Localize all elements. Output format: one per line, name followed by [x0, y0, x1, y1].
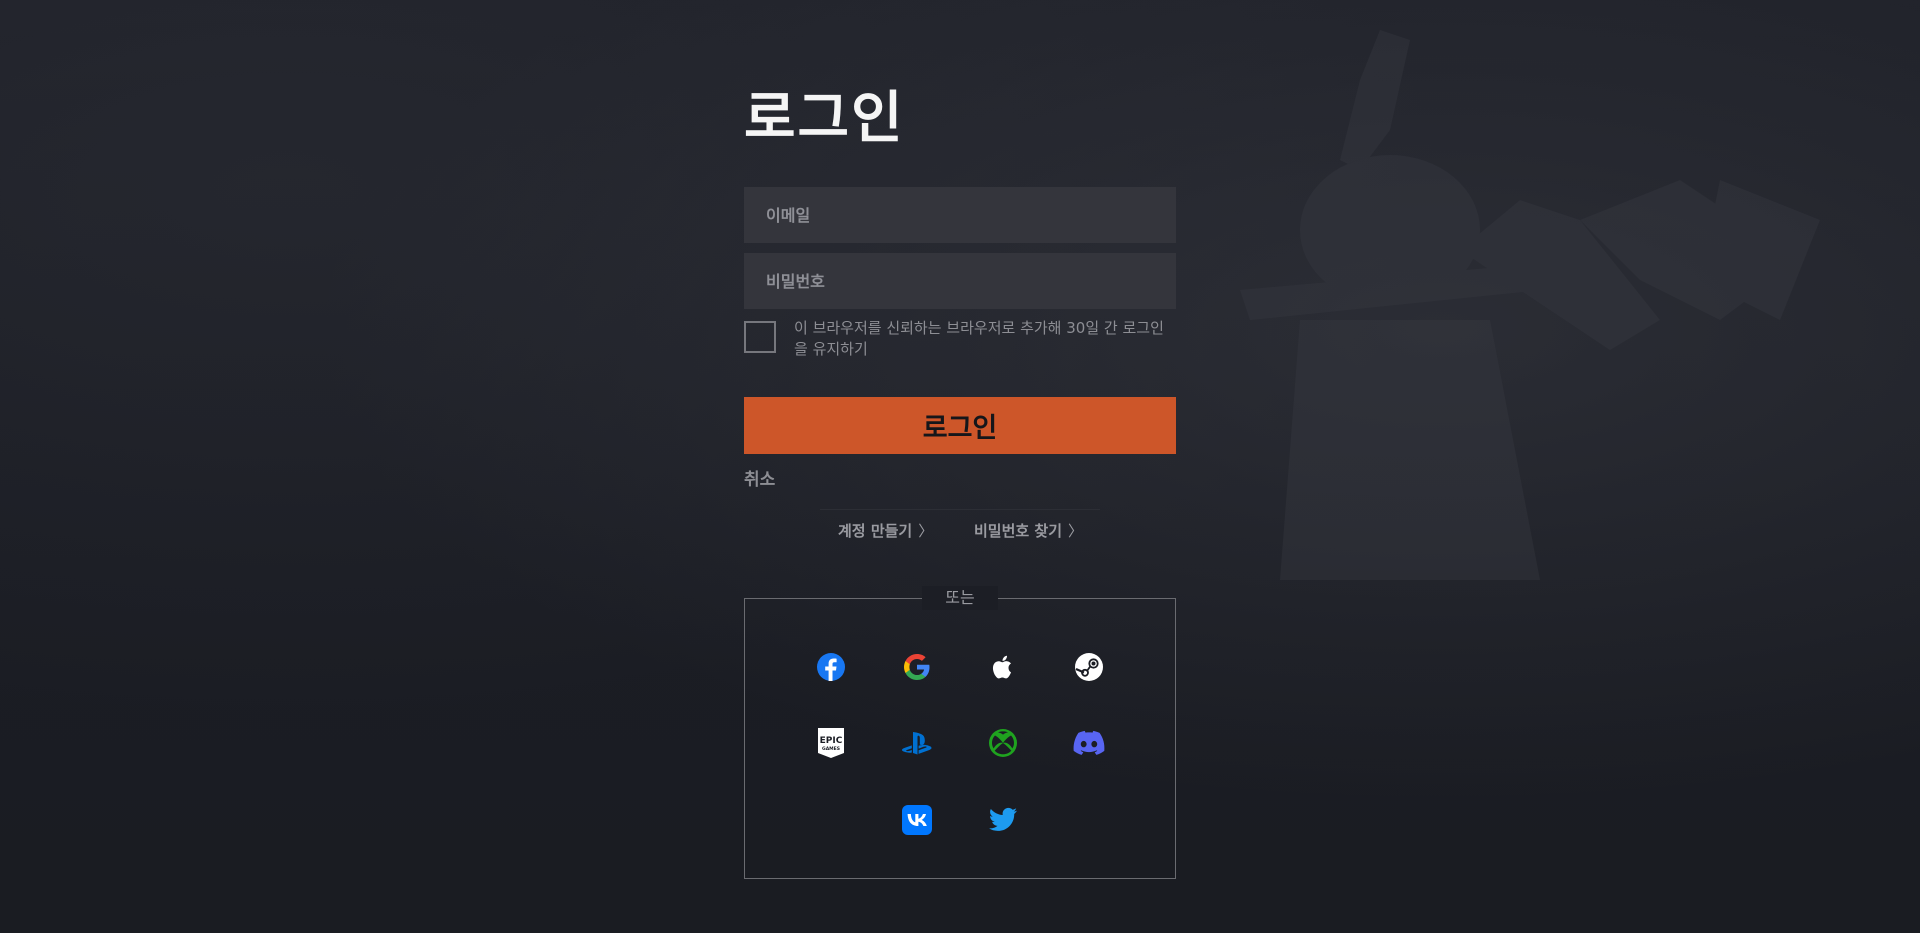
xbox-icon	[989, 729, 1017, 757]
page-title: 로그인	[744, 86, 905, 151]
vk-icon	[902, 805, 932, 835]
steam-login-button[interactable]	[1072, 650, 1106, 684]
apple-login-button[interactable]	[986, 650, 1020, 684]
playstation-icon	[901, 732, 932, 755]
cancel-link[interactable]: 취소	[744, 465, 775, 490]
steam-icon	[1075, 653, 1103, 681]
epic-games-icon: EPIC GAMES	[818, 728, 844, 758]
social-login-box	[744, 598, 1176, 879]
create-account-link[interactable]: 계정 만들기 〉	[838, 520, 933, 541]
or-divider-label: 또는	[922, 586, 998, 610]
chevron-right-icon: 〉	[1068, 522, 1084, 540]
chevron-right-icon: 〉	[918, 522, 934, 540]
epic-games-text: EPIC	[820, 736, 843, 746]
discord-icon	[1073, 730, 1105, 755]
vk-login-button[interactable]	[900, 803, 934, 837]
facebook-icon	[817, 653, 845, 681]
twitter-icon	[988, 807, 1017, 831]
twitter-login-button[interactable]	[986, 803, 1020, 837]
google-icon	[904, 654, 930, 680]
remember-browser-checkbox[interactable]	[744, 321, 776, 353]
find-password-label: 비밀번호 찾기	[974, 522, 1063, 540]
links-divider	[820, 509, 1100, 510]
apple-icon	[992, 655, 1011, 679]
background-figure-silhouette	[1240, 30, 1820, 580]
epic-games-subtext: GAMES	[822, 746, 840, 752]
discord-login-button[interactable]	[1072, 726, 1106, 760]
find-password-link[interactable]: 비밀번호 찾기 〉	[974, 520, 1083, 541]
playstation-login-button[interactable]	[900, 726, 934, 760]
facebook-login-button[interactable]	[814, 650, 848, 684]
epic-games-login-button[interactable]: EPIC GAMES	[814, 726, 848, 760]
remember-browser-label: 이 브라우저를 신뢰하는 브라우저로 추가해 30일 간 로그인을 유지하기	[794, 319, 1164, 358]
xbox-login-button[interactable]	[986, 726, 1020, 760]
password-field[interactable]	[744, 253, 1176, 309]
create-account-label: 계정 만들기	[838, 522, 913, 540]
google-login-button[interactable]	[900, 650, 934, 684]
email-field[interactable]	[744, 187, 1176, 243]
login-button[interactable]: 로그인	[744, 397, 1176, 454]
